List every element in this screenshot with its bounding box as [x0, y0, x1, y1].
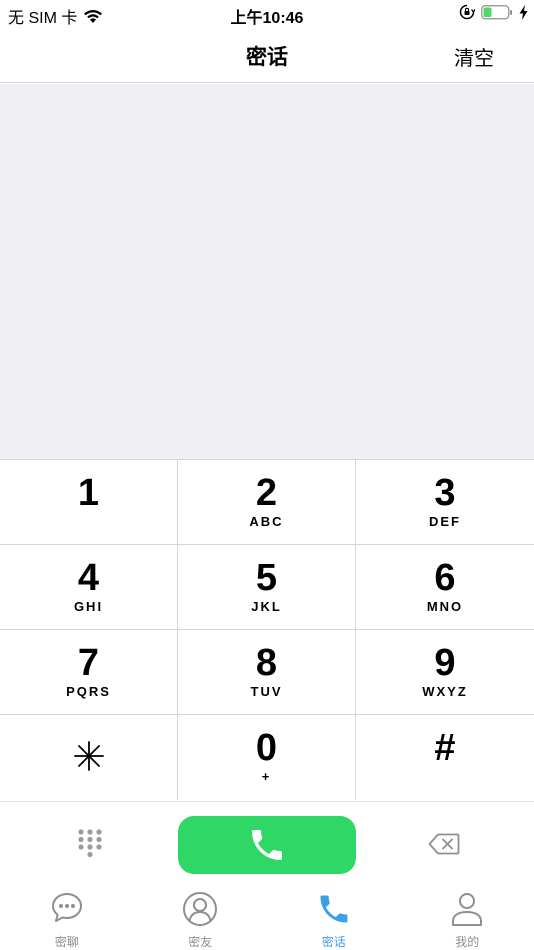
call-button[interactable] [178, 816, 356, 874]
key-digit: 7 [77, 642, 100, 684]
key-4[interactable]: 4 GHI [0, 544, 178, 629]
contacts-icon [183, 892, 218, 926]
key-8[interactable]: 8 TUV [178, 629, 356, 714]
key-letters: TUV [250, 684, 283, 699]
chat-bubble-icon [51, 893, 82, 922]
backspace-icon [428, 833, 460, 855]
phone-icon [252, 830, 282, 860]
tab-label: 我的 [455, 935, 480, 949]
key-5[interactable]: 5 JKL [178, 544, 356, 629]
phone-icon [320, 895, 348, 923]
tab-calls[interactable]: 密话 [267, 887, 401, 950]
tab-chat[interactable]: 密聊 [0, 887, 134, 950]
key-2[interactable]: 2 ABC [178, 459, 356, 544]
dial-keypad: 1 2 ABC 3 DEF 4 GHI 5 JKL 6 MNO 7 PQRS 8… [0, 459, 534, 801]
key-digit: 9 [434, 642, 456, 684]
key-0[interactable]: 0 + [178, 714, 356, 800]
key-7[interactable]: 7 PQRS [0, 629, 178, 714]
key-star[interactable] [0, 714, 178, 800]
clear-button[interactable]: 清空 [454, 42, 494, 71]
key-letters: WXYZ [422, 684, 468, 699]
tab-label: 密聊 [54, 935, 79, 949]
key-digit: 8 [255, 642, 278, 684]
orientation-lock-icon [459, 4, 475, 20]
key-digit: 2 [255, 472, 278, 514]
nav-bar: 密话 清空 [0, 28, 534, 83]
backspace-button[interactable] [428, 832, 460, 861]
key-digit: 3 [434, 472, 456, 514]
charging-bolt-icon [519, 4, 528, 20]
status-carrier: 无 SIM 卡 [8, 4, 103, 28]
key-letters: GHI [73, 599, 104, 614]
key-letters: DEF [429, 514, 461, 529]
key-6[interactable]: 6 MNO [356, 544, 534, 629]
key-letters: + [261, 769, 272, 784]
tab-friends[interactable]: 密友 [134, 887, 268, 950]
dialpad-toggle-button[interactable] [76, 828, 104, 860]
status-right [459, 4, 528, 20]
profile-icon [452, 893, 483, 926]
key-3[interactable]: 3 DEF [356, 459, 534, 544]
action-row [0, 801, 534, 887]
key-digit: 0 [255, 727, 278, 769]
key-1[interactable]: 1 [0, 459, 178, 544]
key-letters: JKL [251, 599, 282, 614]
key-letters: ABC [249, 514, 284, 529]
wifi-icon [84, 9, 103, 23]
key-digit: 4 [77, 557, 100, 599]
asterisk-icon [74, 741, 104, 771]
carrier-label: 无 SIM 卡 [8, 10, 78, 27]
key-9[interactable]: 9 WXYZ [356, 629, 534, 714]
key-hash[interactable]: # [356, 714, 534, 800]
dialpad-grid-icon [78, 829, 102, 858]
key-digit: # [434, 727, 456, 769]
key-letters: PQRS [66, 684, 111, 699]
tab-bar: 密聊 密友 密话 我的 [0, 887, 534, 950]
key-letters: MNO [426, 599, 464, 614]
battery-icon [481, 4, 512, 19]
status-bar: 无 SIM 卡 上午10:46 [0, 0, 534, 28]
tab-label: 密话 [321, 935, 346, 949]
key-digit: 6 [434, 557, 456, 599]
tab-me[interactable]: 我的 [401, 887, 534, 950]
tab-label: 密友 [188, 935, 213, 949]
key-digit: 5 [255, 557, 278, 599]
key-digit: 1 [77, 472, 100, 514]
number-display [0, 84, 534, 459]
